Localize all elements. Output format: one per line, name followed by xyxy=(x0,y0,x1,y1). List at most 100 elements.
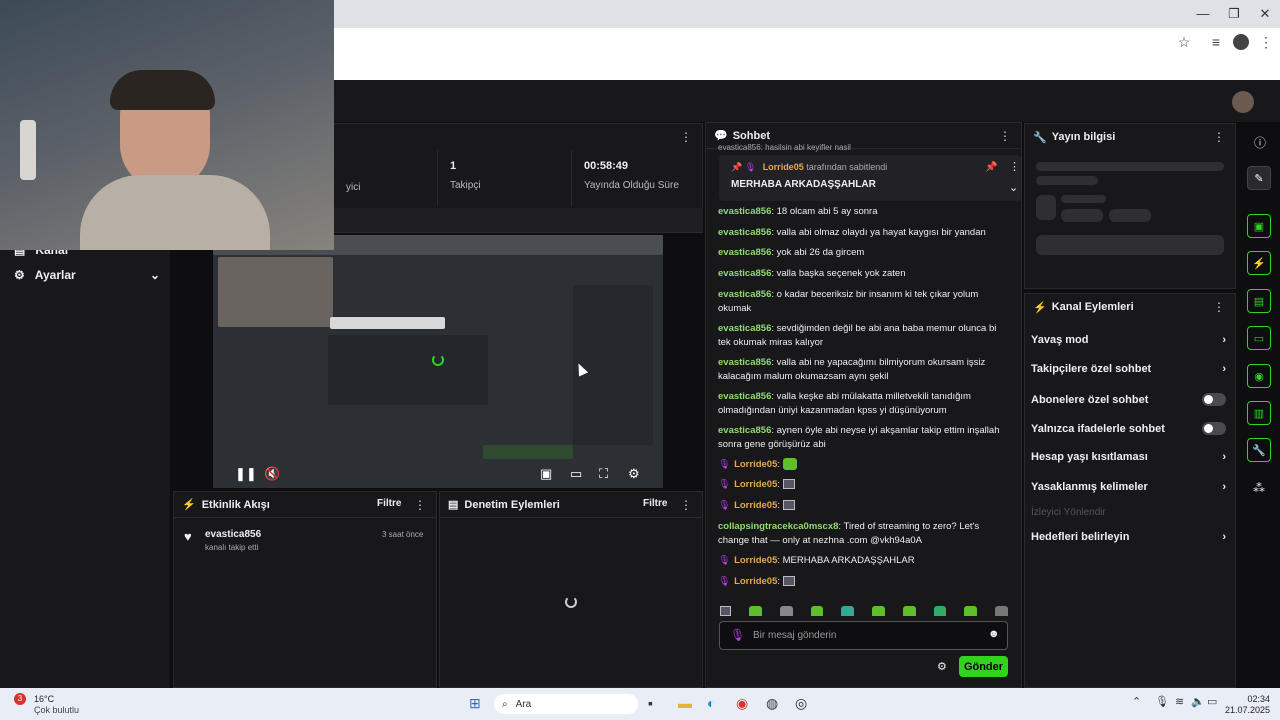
action-label: Hedefleri belirleyin xyxy=(1031,531,1130,543)
fullscreen-icon[interactable]: ⛶ xyxy=(599,466,608,482)
chat-username[interactable]: evastica856 xyxy=(718,268,771,279)
emote-icon[interactable] xyxy=(779,606,793,616)
theatre-mode-icon[interactable]: ▭ xyxy=(570,466,582,482)
action-slow-mode[interactable]: Yavaş mod › xyxy=(1031,334,1226,346)
bookmark-star-icon[interactable]: ☆ xyxy=(1174,34,1194,51)
chat-username[interactable]: evastica856 xyxy=(718,289,771,300)
nav-item-settings[interactable]: ⚙ Ayarlar ⌄ xyxy=(14,268,160,282)
pinned-by-user[interactable]: Lorride05 xyxy=(763,162,804,172)
emote-icon[interactable] xyxy=(810,606,824,616)
wifi-icon[interactable]: ≋ xyxy=(1175,695,1184,708)
stream-preview[interactable] xyxy=(213,235,663,488)
emote-icon[interactable] xyxy=(933,606,947,616)
pinned-header: 📌 🎙 Lorride05 tarafından sabitlendi xyxy=(731,162,887,173)
document-icon[interactable]: ▤ xyxy=(1247,289,1271,313)
weather-desc[interactable]: Çok bulutlu xyxy=(34,705,79,715)
chat-username[interactable]: evastica856 xyxy=(718,425,771,436)
chat-bubble-icon[interactable]: ▭ xyxy=(1247,326,1271,350)
action-account-age[interactable]: Hesap yaşı kısıtlaması › xyxy=(1031,451,1226,463)
emote-row[interactable] xyxy=(720,606,1008,616)
share-icon[interactable]: ⁂ xyxy=(1253,481,1265,495)
emote-icon[interactable] xyxy=(995,606,1008,616)
volume-icon[interactable]: 🔈 xyxy=(1191,695,1205,708)
battery-icon[interactable]: ▭ xyxy=(1207,695,1217,708)
chat-input[interactable]: 🎙 Bir mesaj gönderin ☻ xyxy=(719,621,1008,650)
stats-more-icon[interactable]: ⋮ xyxy=(680,130,692,144)
user-avatar[interactable] xyxy=(1232,91,1254,113)
emote-icon[interactable] xyxy=(749,606,762,616)
minimize-button[interactable]: — xyxy=(1193,6,1213,21)
chat-username[interactable]: collapsingtracekca0mscx8 xyxy=(718,521,838,532)
mute-icon[interactable]: 🔇 xyxy=(264,466,280,482)
chat-username[interactable]: evastica856 xyxy=(718,206,771,217)
stream-info-more-icon[interactable]: ⋮ xyxy=(1213,130,1225,144)
activity-username[interactable]: evastica856 xyxy=(205,529,261,540)
browser-menu-icon[interactable]: ⋮ xyxy=(1256,34,1276,51)
profile-avatar[interactable] xyxy=(1233,34,1249,50)
steam-icon[interactable]: ◎ xyxy=(795,695,807,712)
chat-settings-icon[interactable]: ⚙ xyxy=(937,660,947,673)
emote-icon[interactable] xyxy=(872,606,885,616)
weather-temp[interactable]: 16°C xyxy=(34,694,54,704)
pinned-message[interactable]: 📌 🎙 Lorride05 tarafından sabitlendi MERH… xyxy=(719,155,1021,201)
edge-icon[interactable]: ◐ xyxy=(707,695,715,711)
stat-value: 1 xyxy=(450,160,457,172)
activity-more-icon[interactable]: ⋮ xyxy=(414,498,426,512)
emote-icon[interactable] xyxy=(964,606,978,616)
chat-username[interactable]: Lorride05 xyxy=(734,459,777,470)
start-icon[interactable]: ⊞ xyxy=(469,695,481,712)
activity-filter-button[interactable]: Filtre xyxy=(377,498,401,509)
obs-icon[interactable]: ◍ xyxy=(766,695,778,712)
layout-icon[interactable]: ▥ xyxy=(1247,401,1271,425)
chrome-icon[interactable]: ◉ xyxy=(736,695,748,712)
emote-only-toggle[interactable] xyxy=(1202,422,1226,435)
send-button[interactable]: Gönder xyxy=(959,656,1008,677)
chat-more-icon[interactable]: ⋮ xyxy=(999,129,1011,143)
chat-username[interactable]: evastica856 xyxy=(718,357,771,368)
taskbar-search[interactable]: ⌕ Ara xyxy=(494,694,638,714)
pinned-more-icon[interactable]: ⋮ xyxy=(1009,160,1020,173)
wrench-icon[interactable]: 🔧 xyxy=(1247,438,1271,462)
info-icon[interactable]: ⓘ xyxy=(1254,134,1266,151)
chat-username[interactable]: Lorride05 xyxy=(734,555,777,566)
pause-icon[interactable]: ❚❚ xyxy=(235,466,257,482)
capture-icon[interactable]: ▣ xyxy=(1247,214,1271,238)
action-banned-words[interactable]: Yasaklanmış kelimeler › xyxy=(1031,481,1226,493)
unpin-icon[interactable]: 📌 xyxy=(985,162,997,173)
action-set-goals[interactable]: Hedefleri belirleyin › xyxy=(1031,531,1226,543)
chat-username[interactable]: evastica856 xyxy=(718,323,771,334)
chat-username[interactable]: evastica856 xyxy=(718,247,771,258)
moderation-filter-button[interactable]: Filtre xyxy=(643,498,667,509)
action-followers-only[interactable]: Takipçilere özel sohbet › xyxy=(1031,363,1226,375)
microphone-icon[interactable]: 🎙 xyxy=(1155,695,1169,708)
video-settings-icon[interactable]: ⚙ xyxy=(628,466,640,482)
lightning-icon[interactable]: ⚡ xyxy=(1247,251,1271,275)
chat-username[interactable]: evastica856 xyxy=(718,391,771,402)
chevron-right-icon: › xyxy=(1222,531,1226,543)
emote-icon[interactable] xyxy=(902,606,916,616)
reading-list-icon[interactable]: ≡ xyxy=(1206,34,1226,50)
clock-date[interactable]: 21.07.2025 xyxy=(1220,705,1270,715)
broadcast-icon[interactable]: ◉ xyxy=(1247,364,1271,388)
chevron-down-icon[interactable]: ⌄ xyxy=(1009,181,1018,194)
emoji-picker-icon[interactable]: ☻ xyxy=(988,628,1000,640)
stat-value: 00:58:49 xyxy=(584,160,629,172)
emote-icon[interactable] xyxy=(720,606,732,616)
chat-username[interactable]: evastica856 xyxy=(718,227,771,238)
file-explorer-icon[interactable]: ▬ xyxy=(678,695,692,711)
chat-username[interactable]: Lorride05 xyxy=(734,479,777,490)
emote-icon[interactable] xyxy=(841,606,855,616)
pip-icon[interactable]: ▣ xyxy=(540,466,552,482)
edit-icon[interactable]: ✎ xyxy=(1247,166,1271,190)
moderation-more-icon[interactable]: ⋮ xyxy=(680,498,692,512)
close-button[interactable]: ✕ xyxy=(1255,6,1275,22)
restore-button[interactable]: ❐ xyxy=(1224,6,1244,22)
clock-time[interactable]: 02:34 xyxy=(1230,694,1270,704)
subscribers-only-toggle[interactable] xyxy=(1202,393,1226,406)
task-view-icon[interactable]: ▪ xyxy=(648,695,653,711)
chevron-up-icon[interactable]: ⌃ xyxy=(1132,695,1141,708)
chat-username[interactable]: Lorride05 xyxy=(734,576,777,587)
chat-username[interactable]: Lorride05 xyxy=(734,500,777,511)
channel-actions-more-icon[interactable]: ⋮ xyxy=(1213,300,1225,314)
address-bar-area[interactable] xyxy=(334,28,1280,80)
